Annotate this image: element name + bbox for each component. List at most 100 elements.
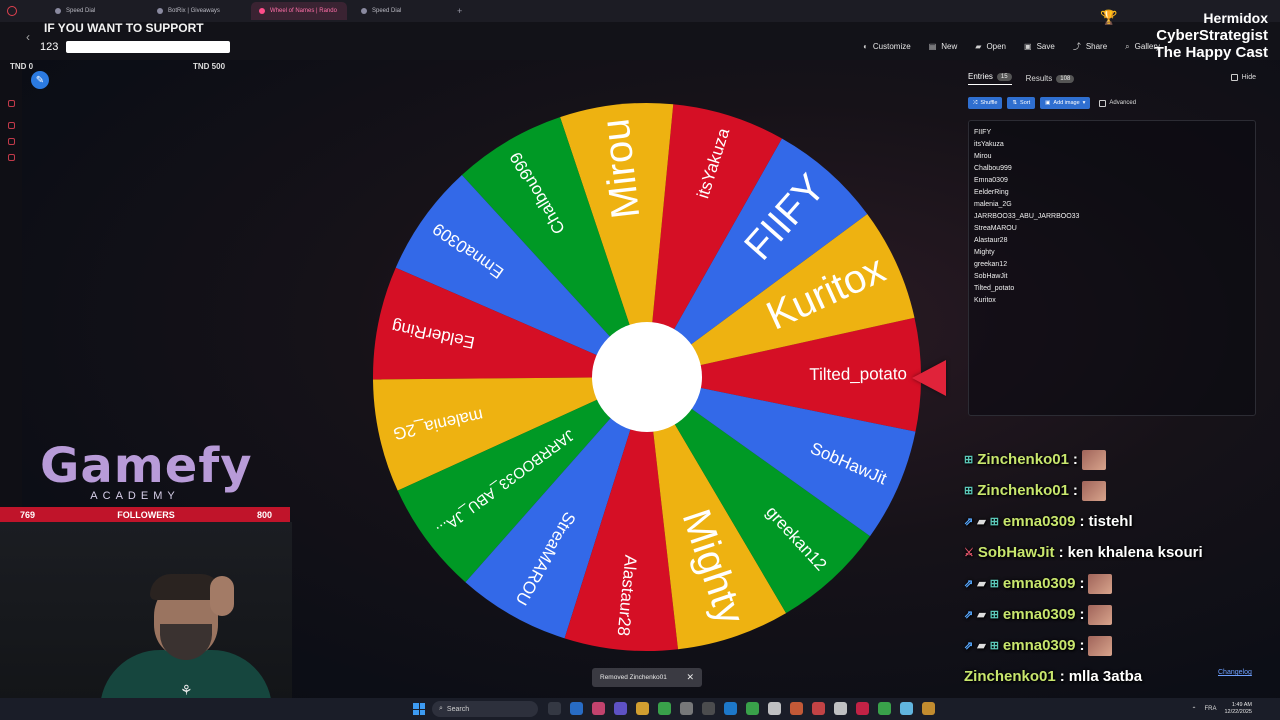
rail-app-icon[interactable]: [8, 100, 15, 107]
chat-emote: [1088, 635, 1113, 656]
pencil-icon[interactable]: ✎: [31, 71, 49, 89]
taskbar-app-icon[interactable]: [900, 702, 913, 715]
chat-separator: :: [1072, 451, 1078, 468]
chat-text: mlla 3atba: [1068, 668, 1143, 685]
chat-message: ⊞ Zinchenko01:: [964, 444, 1264, 475]
browser-tab[interactable]: BotRix | Giveaways: [149, 2, 245, 20]
menu-share-button[interactable]: ⤴ Share: [1073, 41, 1107, 52]
advanced-checkbox[interactable]: [1099, 99, 1107, 107]
taskbar-app-icon[interactable]: [570, 702, 583, 715]
advanced-toggle[interactable]: Advanced: [1099, 99, 1137, 107]
taskbar-app-icon[interactable]: [812, 702, 825, 715]
taskbar-search[interactable]: ⌕ Search: [432, 701, 538, 717]
chat-message: ⊞ Zinchenko01:: [964, 475, 1264, 506]
entry-line: itsYakuza: [974, 141, 1004, 148]
language-indicator[interactable]: FRA: [1204, 706, 1216, 712]
rail-app-icon[interactable]: [8, 122, 15, 129]
panel-tabs: Entries 15 Results 108: [968, 72, 1075, 85]
taskbar-app-icon[interactable]: [658, 702, 671, 715]
stream-title-line3: The Happy Cast: [1154, 44, 1268, 61]
advanced-label: Advanced: [1109, 100, 1137, 106]
taskbar-app-icon[interactable]: [856, 702, 869, 715]
taskbar-clock[interactable]: 1:49 AM 12/22/2025: [1224, 702, 1252, 716]
browser-tab-strip: Speed Dial BotRix | Giveaways Wheel of Nam…: [0, 0, 1280, 22]
sort-button[interactable]: ⇅ Sort: [1007, 97, 1036, 109]
chat-separator: :: [1059, 668, 1065, 685]
arrow-icon: ⇗: [964, 578, 974, 590]
tab-results[interactable]: Results 108: [1026, 72, 1075, 85]
browser-tab[interactable]: Speed Dial: [353, 2, 449, 20]
rail-app-icon[interactable]: [8, 154, 15, 161]
chat-separator: :: [1079, 513, 1085, 530]
menu-palette-button[interactable]: ◐ Customize: [863, 41, 911, 52]
shuffle-button[interactable]: ⤮ Shuffle: [968, 97, 1003, 109]
chat-nick: Zinchenko01: [977, 482, 1069, 499]
wheel-of-names[interactable]: Tilted_potatoKuritoxFIIFYitsYakuzaMirouC…: [372, 102, 922, 652]
support-counter: 123: [40, 41, 230, 53]
taskbar-app-icon[interactable]: [548, 702, 561, 715]
new-tab-button[interactable]: +: [457, 6, 462, 16]
badge-icon: ⊞: [964, 454, 974, 466]
taskbar-app-icon[interactable]: [834, 702, 847, 715]
taskbar-app-icon[interactable]: [680, 702, 693, 715]
chat-emote: [1088, 573, 1113, 594]
hide-toggle[interactable]: Hide: [1230, 74, 1256, 81]
taskbar-app-icon[interactable]: [724, 702, 737, 715]
chat-message: ⇗ ▰ ⊞ emna0309:: [964, 599, 1264, 630]
browser-tab[interactable]: Wheel of Names | Rando: [251, 2, 347, 20]
menu-save-button[interactable]: ▣ Save: [1024, 41, 1055, 52]
taskbar-app-icon[interactable]: [592, 702, 605, 715]
menu-item-label: Open: [986, 42, 1007, 51]
browser-tab-label: Wheel of Names | Rando: [270, 8, 337, 14]
back-arrow-icon[interactable]: ‹: [26, 30, 30, 44]
taskbar-app-icon[interactable]: [922, 702, 935, 715]
entry-line: Mighty: [974, 249, 995, 256]
changelog-link[interactable]: Changelog: [1218, 669, 1252, 676]
menu-item-label: Share: [1085, 42, 1108, 51]
chevron-up-icon[interactable]: ⌃: [1191, 706, 1196, 713]
arrow-icon: ⇗: [964, 609, 974, 621]
taskbar-app-icon[interactable]: [614, 702, 627, 715]
start-button[interactable]: [413, 703, 425, 715]
arrow-icon: ⇗: [964, 516, 974, 528]
entries-textarea[interactable]: FIIFY itsYakuza Mirou Chalbou999 Emna0309 Eel…: [968, 120, 1256, 416]
chat-emote: [1081, 449, 1106, 470]
streamer-title: Hermidox CyberStrategist The Happy Cast: [1155, 10, 1268, 61]
support-counter-value: 123: [40, 41, 59, 53]
taskbar-search-label: Search: [446, 705, 470, 713]
book-icon: ▰: [977, 516, 986, 528]
toast-notification: Removed Zinchenko01 ✕: [592, 668, 702, 687]
toolbar-menu: ◐ Customize ▤ New ▰ Open ▣ Save ⤴ Share ⌕ Gallery: [863, 41, 1160, 52]
taskbar-app-icon[interactable]: [768, 702, 781, 715]
close-icon[interactable]: ✕: [686, 672, 694, 683]
rail-app-icon[interactable]: [8, 138, 15, 145]
taskbar-app-icon[interactable]: [702, 702, 715, 715]
chevron-down-icon: ▾: [1082, 100, 1086, 106]
chat-emote: [1088, 604, 1113, 625]
taskbar-app-icon[interactable]: [746, 702, 759, 715]
hide-checkbox[interactable]: [1230, 74, 1238, 81]
taskbar-app-icon[interactable]: [790, 702, 803, 715]
tab-entries[interactable]: Entries 15: [968, 72, 1012, 85]
browser-tab-label: Speed Dial: [66, 8, 96, 14]
book-icon: ▰: [977, 578, 986, 590]
chat-message: ⇗ ▰ ⊞ emna0309: tistehl: [964, 506, 1264, 537]
taskbar-app-icon[interactable]: [636, 702, 649, 715]
browser-logo-icon[interactable]: [7, 6, 17, 16]
browser-tab[interactable]: Speed Dial: [47, 2, 143, 20]
badge-icon: ⊞: [964, 485, 974, 497]
entry-line: Kuritox: [974, 297, 996, 304]
folder-icon: ▰: [975, 42, 982, 51]
entries-actions: ⤮ Shuffle ⇅ Sort ▣ Add image ▾ Advanced: [968, 97, 1136, 109]
add-image-button[interactable]: ▣ Add image ▾: [1040, 97, 1091, 109]
tab-entries-label: Entries: [968, 72, 993, 81]
menu-folder-button[interactable]: ▰ Open: [975, 41, 1006, 52]
badge-icon: ⊞: [989, 516, 999, 528]
taskbar-app-icon[interactable]: [878, 702, 891, 715]
chat-nick: emna0309: [1002, 637, 1076, 654]
book-icon: ▰: [977, 609, 986, 621]
menu-item-label: Save: [1036, 42, 1055, 51]
entry-line: StreaMAROU: [974, 225, 1017, 232]
wheel-hub[interactable]: [592, 322, 702, 432]
menu-file-button[interactable]: ▤ New: [929, 41, 958, 52]
